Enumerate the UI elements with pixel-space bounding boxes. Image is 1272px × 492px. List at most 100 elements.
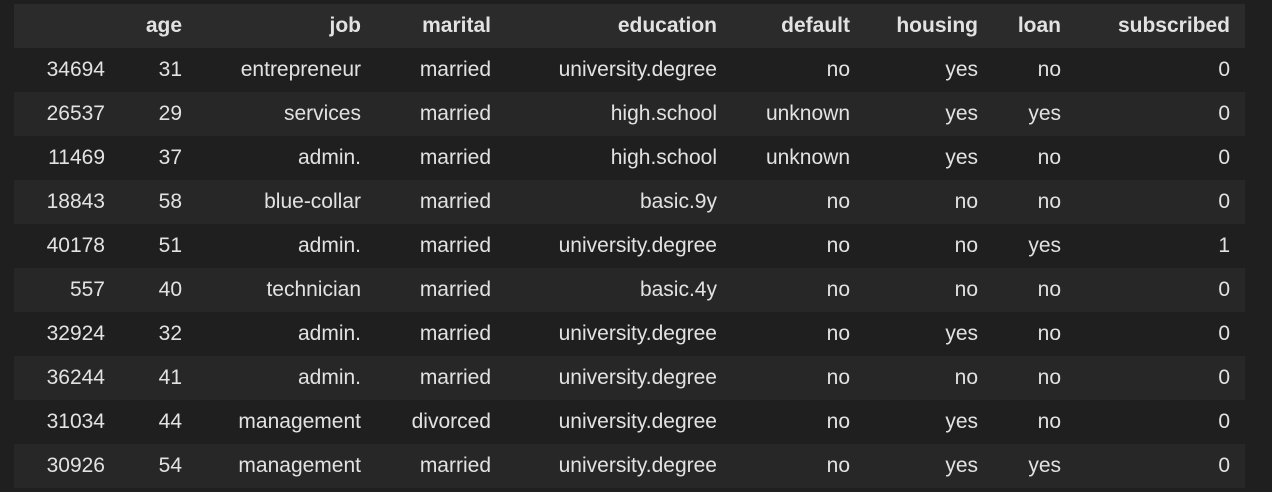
cell-housing: no (954, 366, 978, 389)
row-index: 11469 (48, 146, 105, 169)
cell-subscribed: 0 (1218, 278, 1230, 301)
row-index: 40178 (46, 234, 105, 257)
cell-age: 51 (158, 234, 182, 257)
cell-loan: no (1037, 190, 1061, 213)
cell-marital: divorced (411, 410, 491, 433)
cell-housing: no (954, 278, 978, 301)
cell-job: blue-collar (264, 190, 361, 213)
cell-age: 41 (158, 366, 182, 389)
cell-loan: yes (1028, 234, 1061, 257)
cell-default: no (826, 410, 850, 433)
cell-subscribed: 0 (1218, 410, 1230, 433)
column-header-loan: loan (1017, 14, 1061, 37)
cell-housing: yes (945, 322, 978, 345)
cell-default: no (826, 190, 850, 213)
table-row: 18843 58 blue-collar married basic.9y no no no 0 (14, 180, 1245, 224)
cell-education: university.degree (558, 58, 717, 81)
index-header (14, 4, 120, 48)
cell-subscribed: 0 (1218, 102, 1230, 125)
cell-marital: married (419, 190, 491, 213)
row-index: 26537 (46, 102, 105, 125)
row-index: 32924 (46, 322, 105, 345)
cell-age: 44 (158, 410, 182, 433)
cell-housing: yes (945, 58, 978, 81)
cell-education: high.school (610, 146, 717, 169)
cell-marital: married (419, 454, 491, 477)
cell-subscribed: 0 (1218, 366, 1230, 389)
column-header-marital: marital (422, 14, 491, 37)
cell-subscribed: 0 (1218, 454, 1230, 477)
table-row: 31034 44 management divorced university.degr… (14, 400, 1245, 444)
cell-loan: no (1037, 410, 1061, 433)
cell-age: 32 (158, 322, 182, 345)
cell-job: entrepreneur (240, 58, 361, 81)
cell-default: no (826, 322, 850, 345)
table-row: 36244 41 admin. married university.degree no n… (14, 356, 1245, 400)
cell-housing: no (954, 190, 978, 213)
row-index: 30926 (46, 454, 105, 477)
cell-housing: yes (945, 410, 978, 433)
column-header-education: education (617, 14, 717, 37)
cell-education: university.degree (558, 366, 717, 389)
cell-job: services (283, 102, 361, 125)
column-header-job: job (329, 14, 362, 37)
table-row: 32924 32 admin. married university.degree no y… (14, 312, 1245, 356)
row-index: 18843 (46, 190, 105, 213)
cell-education: university.degree (558, 322, 717, 345)
cell-subscribed: 0 (1218, 190, 1230, 213)
cell-housing: yes (945, 102, 978, 125)
cell-education: university.degree (558, 234, 717, 257)
cell-job: admin. (297, 146, 361, 169)
dataframe-table: age job marital education default housing loan… (14, 4, 1245, 488)
cell-loan: no (1037, 366, 1061, 389)
cell-housing: yes (945, 146, 978, 169)
column-header-housing: housing (896, 14, 978, 37)
cell-marital: married (419, 234, 491, 257)
cell-default: unknown (765, 146, 850, 169)
cell-default: no (826, 278, 850, 301)
cell-marital: married (419, 322, 491, 345)
column-header-subscribed: subscribed (1117, 14, 1230, 37)
row-index: 34694 (46, 58, 105, 81)
cell-marital: married (419, 366, 491, 389)
row-index: 36244 (46, 366, 105, 389)
cell-loan: no (1037, 146, 1061, 169)
cell-marital: married (419, 278, 491, 301)
cell-job: management (238, 454, 361, 477)
cell-housing: yes (945, 454, 978, 477)
table-row: 557 40 technician married basic.4y no no no 0 (14, 268, 1245, 312)
table-row: 26537 29 services married high.school unknown… (14, 92, 1245, 136)
cell-default: no (826, 234, 850, 257)
cell-marital: married (419, 102, 491, 125)
row-index: 31034 (46, 410, 105, 433)
cell-education: high.school (610, 102, 717, 125)
cell-subscribed: 0 (1218, 146, 1230, 169)
cell-marital: married (419, 58, 491, 81)
cell-default: no (826, 366, 850, 389)
header-row: age job marital education default housing loan… (14, 4, 1245, 48)
row-index: 557 (69, 278, 105, 301)
cell-job: management (238, 410, 361, 433)
cell-housing: no (954, 234, 978, 257)
cell-subscribed: 1 (1218, 234, 1230, 257)
cell-education: university.degree (558, 410, 717, 433)
table-body: 34694 31 entrepreneur married university.deg… (14, 48, 1245, 488)
cell-job: admin. (297, 234, 361, 257)
cell-marital: married (419, 146, 491, 169)
cell-default: unknown (765, 102, 850, 125)
table-row: 34694 31 entrepreneur married university.deg… (14, 48, 1245, 92)
cell-education: basic.4y (639, 278, 717, 301)
cell-subscribed: 0 (1218, 322, 1230, 345)
cell-age: 29 (158, 102, 182, 125)
table-row: 30926 54 management married university.degre… (14, 444, 1245, 488)
table-row: 11469 37 admin. married high.school unknown ye… (14, 136, 1245, 180)
cell-loan: yes (1028, 454, 1061, 477)
table-row: 40178 51 admin. married university.degree no n… (14, 224, 1245, 268)
column-header-age: age (145, 14, 182, 37)
cell-loan: no (1037, 322, 1061, 345)
cell-age: 37 (158, 146, 182, 169)
cell-subscribed: 0 (1218, 58, 1230, 81)
cell-loan: no (1037, 278, 1061, 301)
column-header-default: default (781, 14, 850, 37)
cell-job: technician (266, 278, 361, 301)
